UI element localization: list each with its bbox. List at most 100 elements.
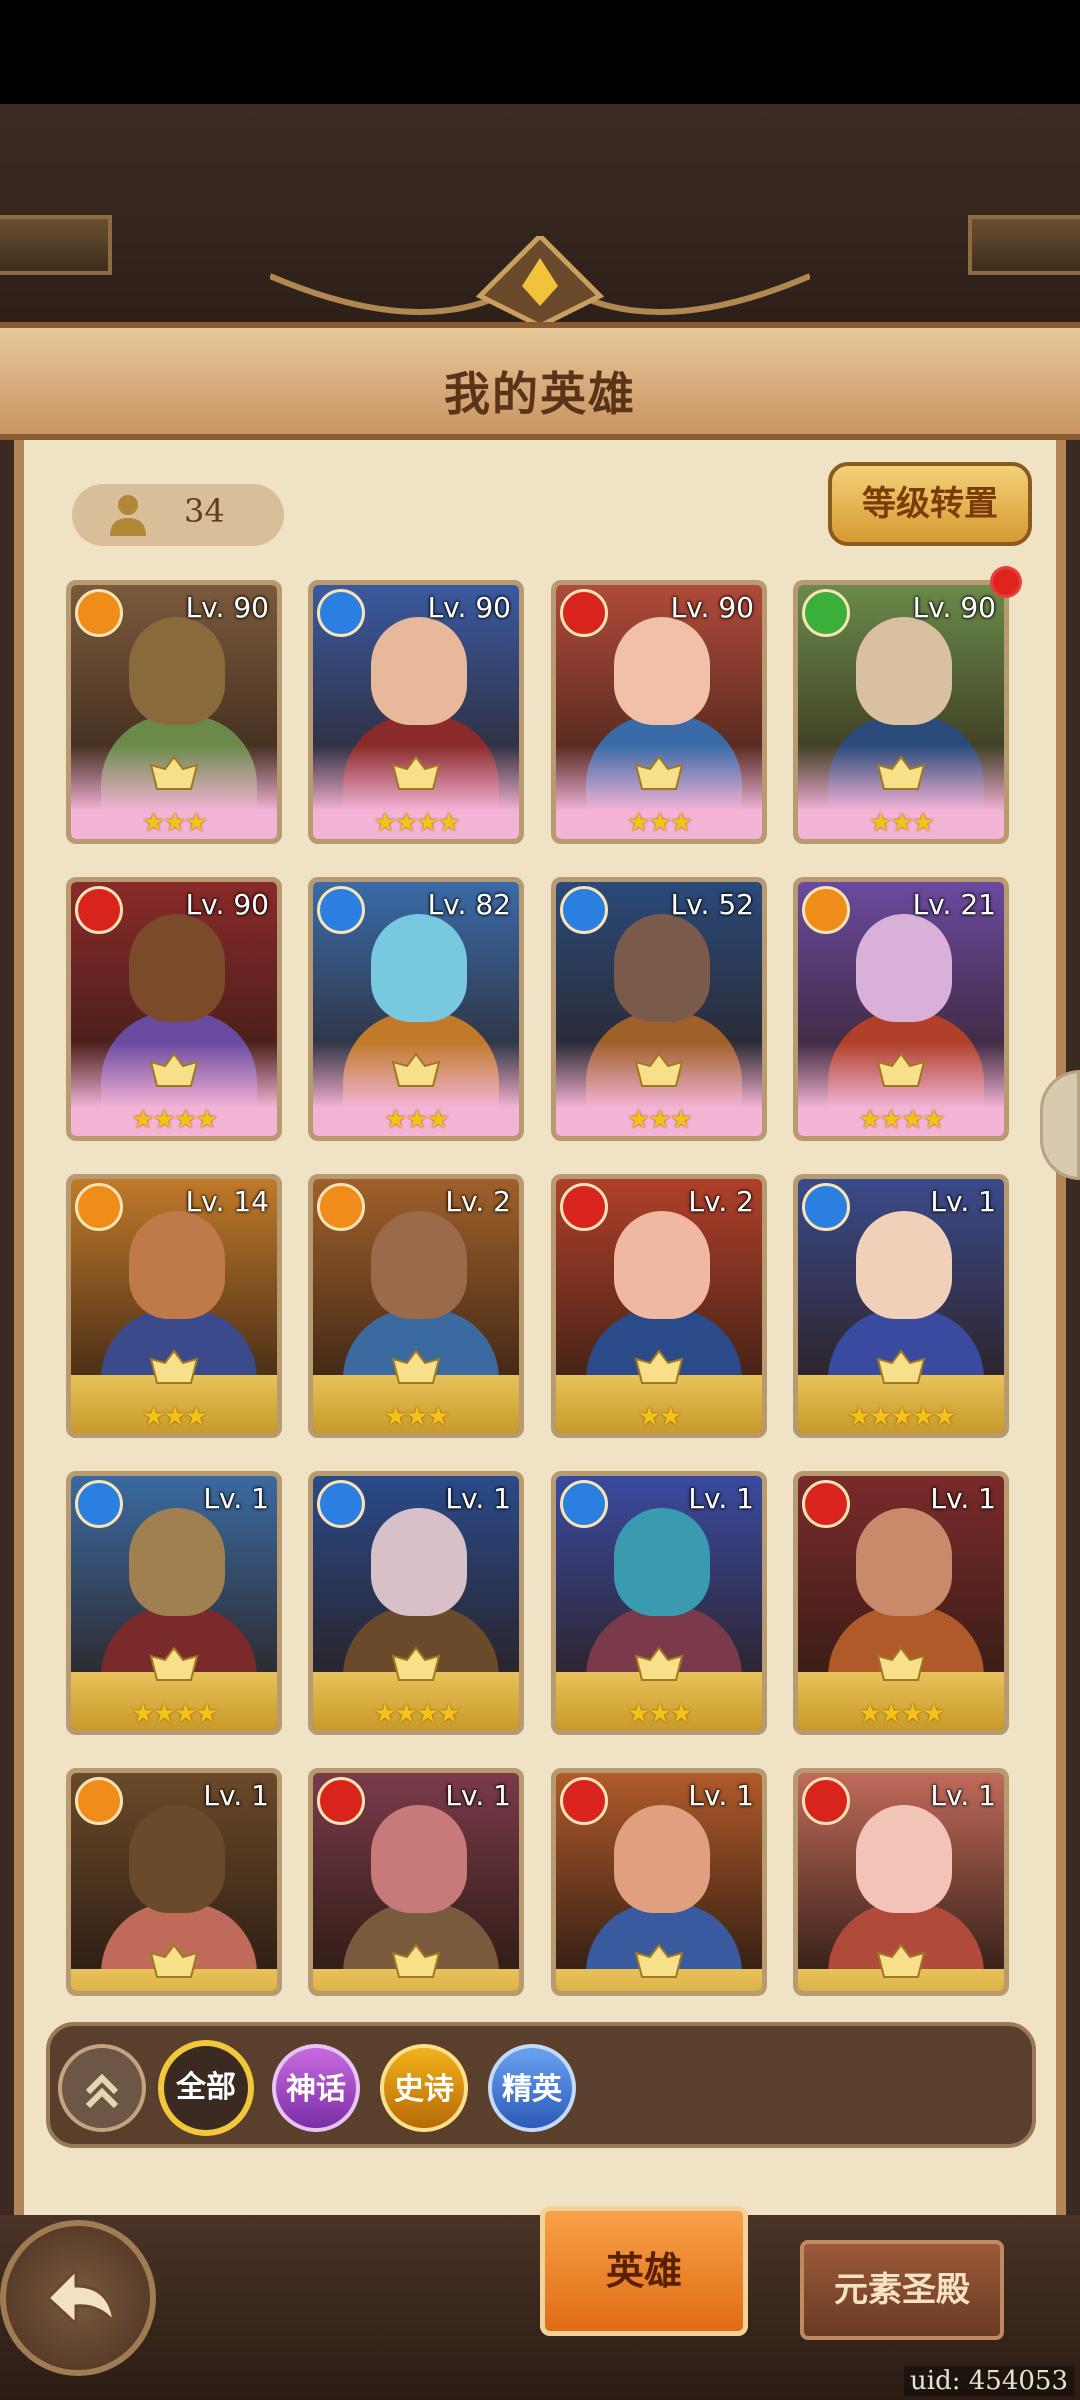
hero-head xyxy=(614,1508,710,1616)
hero-head xyxy=(129,1508,225,1616)
hero-stars: ★★★ xyxy=(384,1402,450,1432)
fire-element-icon xyxy=(317,1777,365,1825)
hero-card[interactable]: Lv. 1 xyxy=(793,1768,1009,1996)
hero-level: Lv. 1 xyxy=(930,1482,996,1515)
hero-card[interactable]: Lv. 1 xyxy=(551,1768,767,1996)
hero-level: Lv. 90 xyxy=(670,591,754,624)
hero-level: Lv. 1 xyxy=(203,1779,269,1812)
fire-element-icon xyxy=(560,589,608,637)
hero-stars: ★★★ xyxy=(627,808,693,838)
uid-label: uid: 454053 xyxy=(904,2366,1074,2396)
hero-stars: ★★★★ xyxy=(858,1699,945,1729)
water-element-icon xyxy=(317,1480,365,1528)
hero-card[interactable]: Lv. 52 ★★★ xyxy=(551,877,767,1141)
hero-head xyxy=(614,914,710,1022)
hero-head xyxy=(856,1211,952,1319)
fire-element-icon xyxy=(75,886,123,934)
hero-level: Lv. 1 xyxy=(445,1779,511,1812)
hero-card[interactable]: Lv. 90 ★★★★ xyxy=(66,877,282,1141)
hero-card[interactable]: Lv. 90 ★★★★ xyxy=(308,580,524,844)
page-title: 我的英雄 xyxy=(444,367,636,421)
hero-card[interactable]: Lv. 82 ★★★ xyxy=(308,877,524,1141)
water-element-icon xyxy=(802,1183,850,1231)
tab-heroes[interactable]: 英雄 xyxy=(540,2206,748,2336)
rank-emblem-icon xyxy=(149,1943,199,1978)
hero-card[interactable]: Lv. 90 ★★★ xyxy=(793,580,1009,844)
hero-card[interactable]: Lv. 1 ★★★★ xyxy=(793,1471,1009,1735)
back-button[interactable] xyxy=(0,2220,156,2376)
rank-emblem-icon xyxy=(391,755,441,790)
water-element-icon xyxy=(560,886,608,934)
hero-head xyxy=(856,617,952,725)
filter-all-button[interactable]: 全部 xyxy=(158,2040,254,2136)
rank-emblem-icon xyxy=(876,755,926,790)
hero-level: Lv. 2 xyxy=(445,1185,511,1218)
hero-level: Lv. 1 xyxy=(688,1779,754,1812)
hero-card[interactable]: Lv. 90 ★★★ xyxy=(551,580,767,844)
collapse-filter-button[interactable] xyxy=(58,2044,146,2132)
hero-level: Lv. 82 xyxy=(427,888,511,921)
hero-level: Lv. 1 xyxy=(203,1482,269,1515)
rank-emblem-icon xyxy=(634,1052,684,1087)
hero-card[interactable]: Lv. 2 ★★★ xyxy=(308,1174,524,1438)
double-chevron-up-icon xyxy=(85,2073,119,2109)
hero-card[interactable]: Lv. 1 ★★★ xyxy=(551,1471,767,1735)
hero-stars: ★★★★ xyxy=(131,1105,218,1135)
rank-emblem-icon xyxy=(149,1349,199,1384)
tab-element-temple[interactable]: 元素圣殿 xyxy=(800,2240,1004,2340)
level-reset-button[interactable]: 等级转置 xyxy=(828,462,1032,546)
rank-emblem-icon xyxy=(634,1349,684,1384)
fire-element-icon xyxy=(560,1183,608,1231)
filter-epic-button[interactable]: 史诗 xyxy=(380,2044,468,2132)
filter-myth-button[interactable]: 神话 xyxy=(272,2044,360,2132)
hero-card[interactable]: Lv. 1 ★★★★ xyxy=(66,1471,282,1735)
hero-stars: ★★★ xyxy=(142,1402,208,1432)
hero-count: 34 xyxy=(184,492,225,530)
hero-head xyxy=(614,1805,710,1913)
hero-stars: ★★★★★ xyxy=(847,1402,957,1432)
hero-card[interactable]: Lv. 14 ★★★ xyxy=(66,1174,282,1438)
hero-level: Lv. 90 xyxy=(912,591,996,624)
hero-head xyxy=(371,914,467,1022)
water-element-icon xyxy=(560,1480,608,1528)
water-element-icon xyxy=(317,589,365,637)
rank-emblem-icon xyxy=(876,1943,926,1978)
hero-level: Lv. 90 xyxy=(427,591,511,624)
back-arrow-icon xyxy=(45,2266,117,2328)
nature-element-icon xyxy=(802,589,850,637)
hero-card[interactable]: Lv. 2 ★★ xyxy=(551,1174,767,1438)
hero-card[interactable]: Lv. 1 ★★★★★ xyxy=(793,1174,1009,1438)
left-pillar-ornament xyxy=(0,215,112,275)
hero-card[interactable]: Lv. 1 ★★★★ xyxy=(308,1471,524,1735)
hero-card[interactable]: Lv. 90 ★★★ xyxy=(66,580,282,844)
crest-ornament xyxy=(270,236,810,329)
earth-element-icon xyxy=(75,1777,123,1825)
water-element-icon xyxy=(75,1480,123,1528)
hero-stars: ★★★ xyxy=(384,1105,450,1135)
hero-level: Lv. 52 xyxy=(670,888,754,921)
hero-level: Lv. 90 xyxy=(185,888,269,921)
rank-emblem-icon xyxy=(634,1646,684,1681)
hero-level: Lv. 1 xyxy=(688,1482,754,1515)
hero-head xyxy=(371,617,467,725)
earth-element-icon xyxy=(802,886,850,934)
hero-head xyxy=(129,617,225,725)
fire-element-icon xyxy=(560,1777,608,1825)
hero-card[interactable]: Lv. 1 xyxy=(66,1768,282,1996)
hero-head xyxy=(614,1211,710,1319)
rank-emblem-icon xyxy=(391,1052,441,1087)
notification-dot xyxy=(990,566,1022,598)
hero-level: Lv. 21 xyxy=(912,888,996,921)
hero-head xyxy=(129,1805,225,1913)
hero-stars: ★★★★ xyxy=(373,1699,460,1729)
hero-head xyxy=(371,1805,467,1913)
hero-level: Lv. 2 xyxy=(688,1185,754,1218)
filter-elite-button[interactable]: 精英 xyxy=(488,2044,576,2132)
hero-head xyxy=(371,1508,467,1616)
fire-element-icon xyxy=(802,1777,850,1825)
hero-card[interactable]: Lv. 21 ★★★★ xyxy=(793,877,1009,1141)
earth-element-icon xyxy=(75,1183,123,1231)
hero-card[interactable]: Lv. 1 xyxy=(308,1768,524,1996)
hero-stars: ★★★ xyxy=(627,1699,693,1729)
hero-stars: ★★★ xyxy=(869,808,935,838)
